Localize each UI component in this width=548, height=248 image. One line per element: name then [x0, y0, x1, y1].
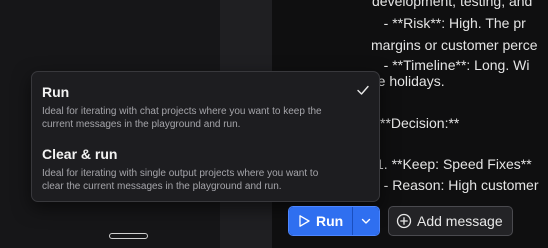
run-split-button: Run	[288, 206, 380, 236]
menu-item-run[interactable]: Run Ideal for iterating with chat projec…	[32, 72, 379, 134]
content-line: - **Risk**: High. The pr	[372, 15, 526, 31]
message-content: development, testing, and - **Risk**: Hi…	[372, 0, 548, 202]
play-icon	[299, 215, 310, 227]
run-options-dropdown[interactable]	[352, 207, 379, 235]
content-line: the holidays.	[372, 73, 445, 89]
run-mode-menu: Run Ideal for iterating with chat projec…	[31, 71, 380, 202]
content-line: margins or customer perce	[372, 37, 538, 53]
chevron-down-icon	[361, 218, 371, 224]
run-label: Run	[316, 213, 344, 229]
menu-item-description: Ideal for iterating with single output p…	[42, 168, 319, 179]
menu-item-description: Ideal for iterating with chat projects w…	[42, 106, 322, 117]
menu-item-description: clear the current messages in the playgr…	[42, 181, 282, 192]
menu-item-title: Clear & run	[42, 146, 118, 162]
menu-item-title: Run	[42, 84, 70, 100]
menu-item-clear-run[interactable]: Clear & run Ideal for iterating with sin…	[32, 134, 379, 202]
add-message-label: Add message	[417, 213, 503, 229]
content-line: - Reason: High customer	[372, 177, 539, 193]
content-line: **Decision:**	[380, 115, 460, 131]
content-line: 1. **Keep: Speed Fixes**	[376, 156, 532, 172]
menu-item-description: current messages in the playground and r…	[42, 119, 241, 130]
checkmark-icon	[357, 85, 369, 95]
plus-circle-icon	[396, 213, 412, 229]
resize-handle[interactable]	[109, 233, 148, 239]
run-button[interactable]: Run	[289, 207, 352, 235]
content-line: development, testing, and	[372, 0, 533, 9]
add-message-button[interactable]: Add message	[388, 206, 513, 236]
